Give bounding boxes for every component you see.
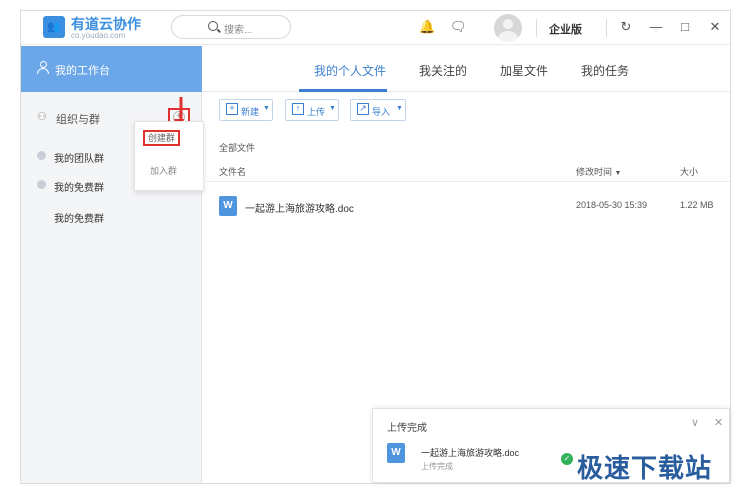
- file-name[interactable]: 一起游上海旅游攻略.doc: [245, 200, 354, 215]
- tab-personal-files[interactable]: 我的个人文件: [314, 62, 386, 79]
- file-size: 1.22 MB: [680, 200, 714, 210]
- watermark: 极速下载站: [577, 454, 713, 484]
- org-label: 组织与群: [56, 114, 100, 126]
- import-button[interactable]: ↗ 导入 ▼: [350, 99, 406, 121]
- title-bar: 👥 有道云协作 co.youdao.com 搜索... 🔔 🗨 企业版 ↻ — …: [21, 11, 730, 45]
- column-header-name[interactable]: 文件名: [219, 165, 246, 178]
- chevron-down-icon: ▼: [329, 105, 336, 112]
- app-window: 👥 有道云协作 co.youdao.com 搜索... 🔔 🗨 企业版 ↻ — …: [20, 10, 731, 484]
- import-button-label: 导入: [372, 107, 391, 117]
- toast-status: 上传完成: [421, 462, 453, 471]
- sidebar-item-label: 我的免费群: [54, 183, 104, 194]
- table-row[interactable]: W 一起游上海旅游攻略.doc 2018-05-30 15:39 1.22 MB: [203, 190, 730, 224]
- word-doc-icon: W: [219, 196, 237, 216]
- plus-icon: +: [226, 103, 238, 115]
- divider: [536, 19, 537, 37]
- column-header-modified[interactable]: 修改时间 ▼: [576, 165, 621, 178]
- check-icon: ✓: [561, 453, 573, 465]
- sidebar-item-label: 我的团队群: [54, 154, 104, 165]
- new-button[interactable]: + 新建 ▼: [219, 99, 273, 121]
- divider: [606, 19, 607, 37]
- file-modified: 2018-05-30 15:39: [576, 200, 648, 210]
- group-menu: 创建群 加入群: [134, 121, 204, 191]
- sidebar-item-label: 我的工作台: [55, 65, 110, 77]
- search-placeholder: 搜索...: [224, 25, 253, 36]
- message-icon[interactable]: 🗨: [450, 19, 467, 35]
- user-icon: [37, 61, 49, 74]
- word-doc-icon: W: [387, 443, 405, 463]
- logo-icon: 👥: [43, 16, 65, 38]
- sort-down-icon: ▼: [614, 170, 622, 177]
- tab-tasks[interactable]: 我的任务: [581, 62, 629, 79]
- minimize-icon[interactable]: —: [648, 19, 664, 35]
- avatar[interactable]: [494, 14, 522, 42]
- column-header-label: 修改时间: [576, 167, 613, 177]
- group-dot-icon: [37, 151, 46, 160]
- table-header: 文件名 修改时间 ▼ 大小: [203, 158, 730, 182]
- chevron-down-icon: ▼: [396, 105, 403, 112]
- active-tab-indicator: [299, 89, 387, 92]
- upload-button[interactable]: ↑ 上传 ▼: [285, 99, 339, 121]
- sidebar-item-workspace[interactable]: 我的工作台: [21, 46, 202, 92]
- new-button-label: 新建: [241, 107, 260, 117]
- breadcrumb[interactable]: 全部文件: [219, 141, 255, 154]
- close-icon[interactable]: ✕: [707, 19, 723, 35]
- tab-following[interactable]: 我关注的: [419, 62, 467, 79]
- tab-bar: 我的个人文件 我关注的 加星文件 我的任务: [203, 46, 730, 92]
- bell-icon[interactable]: 🔔: [419, 19, 435, 35]
- sidebar-item-label: 我的免费群: [54, 214, 104, 225]
- import-icon: ↗: [357, 103, 369, 115]
- search-input[interactable]: 搜索...: [171, 15, 291, 39]
- maximize-icon[interactable]: □: [677, 19, 693, 35]
- chevron-down-icon: ▼: [263, 105, 270, 112]
- refresh-icon[interactable]: ↻: [618, 19, 634, 35]
- create-group-menu-item[interactable]: 创建群: [143, 130, 180, 146]
- join-group-menu-item[interactable]: 加入群: [150, 164, 177, 177]
- app-subtitle: co.youdao.com: [71, 31, 126, 40]
- column-header-size[interactable]: 大小: [680, 165, 698, 178]
- group-icon: ⚇: [37, 111, 47, 123]
- sidebar-subitem-free-group[interactable]: 我的免费群: [21, 208, 202, 226]
- toast-file-name: 一起游上海旅游攻略.doc: [421, 448, 520, 458]
- upload-icon: ↑: [292, 103, 304, 115]
- close-icon[interactable]: ✕: [714, 416, 723, 429]
- edition-label[interactable]: 企业版: [549, 21, 582, 37]
- group-dot-icon: [37, 180, 46, 189]
- search-icon: [208, 21, 218, 31]
- tab-starred[interactable]: 加星文件: [500, 62, 548, 79]
- toast-title: 上传完成: [387, 423, 427, 434]
- upload-button-label: 上传: [307, 107, 326, 117]
- collapse-icon[interactable]: ∨: [691, 416, 699, 429]
